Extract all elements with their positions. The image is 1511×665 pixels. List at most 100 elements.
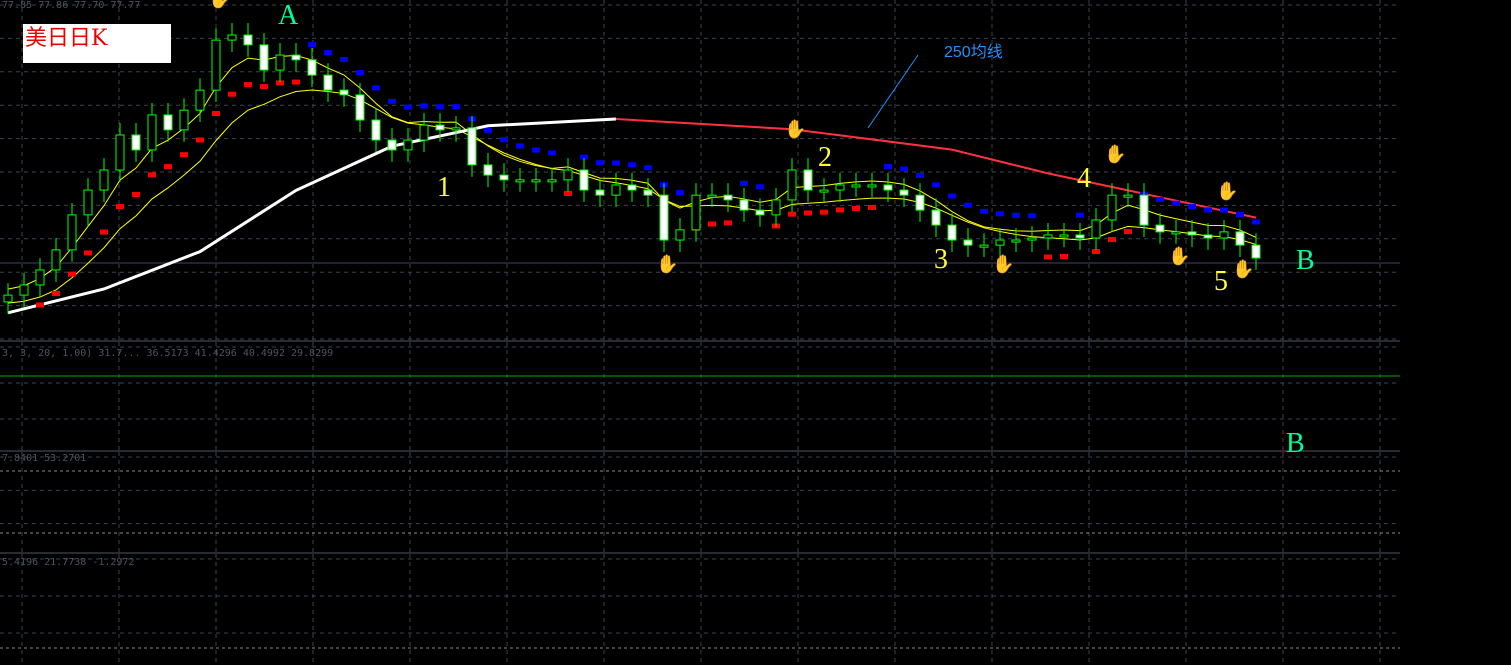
trend-stop-marker — [548, 150, 556, 156]
trend-stop-marker — [724, 220, 732, 226]
trend-stop-marker — [164, 164, 172, 170]
candle-body — [1059, 234, 1069, 238]
trend-stop-marker — [804, 210, 812, 216]
trend-stop-marker — [228, 91, 236, 97]
trend-stop-marker — [740, 180, 748, 186]
label-B-main: B — [1296, 245, 1315, 276]
candle-body — [899, 189, 909, 196]
trend-stop-marker — [484, 127, 492, 133]
trend-stop-marker — [532, 147, 540, 153]
candle-body — [179, 109, 189, 131]
candle-body — [531, 179, 541, 183]
label-5: 5 — [1214, 266, 1228, 297]
label-3: 3 — [934, 244, 948, 275]
hand-top-icon: ✋ — [1216, 180, 1238, 201]
candle-body — [675, 229, 685, 241]
candle-body — [515, 179, 525, 183]
candle-body — [563, 169, 573, 181]
hand-bottom-icon: ✋ — [992, 253, 1014, 274]
label-1: 1 — [437, 172, 451, 203]
trend-stop-marker — [516, 143, 524, 149]
candle-body — [275, 54, 285, 71]
hand-top-icon: ✋ — [784, 118, 806, 139]
trend-stop-marker — [372, 85, 380, 91]
candle-body — [595, 189, 605, 196]
hand-bottom-icon: ✋ — [1232, 258, 1254, 279]
candle-body — [1219, 231, 1229, 239]
trend-stop-marker — [836, 207, 844, 213]
trend-stop-marker — [324, 50, 332, 56]
candle-body — [499, 174, 509, 181]
candle-body — [307, 59, 317, 76]
trend-stop-marker — [676, 190, 684, 196]
ohlc-header: 77.85 77.86 77.70 77.77 — [2, 0, 141, 11]
candle-body — [323, 74, 333, 91]
trend-stop-marker — [1252, 219, 1260, 225]
trend-stop-marker — [212, 111, 220, 117]
candle-body — [995, 239, 1005, 246]
trend-stop-marker — [964, 202, 972, 208]
candle-body — [659, 194, 669, 241]
candle-body — [19, 284, 29, 296]
trend-stop-marker — [84, 250, 92, 256]
candle-body — [1171, 231, 1181, 235]
candle-body — [547, 179, 557, 183]
candle-body — [803, 169, 813, 191]
trend-stop-marker — [452, 104, 460, 110]
candle-body — [211, 39, 221, 91]
candle-body — [339, 89, 349, 96]
trend-stop-marker — [404, 104, 412, 110]
candle-body — [691, 194, 701, 231]
trend-stop-marker — [996, 211, 1004, 217]
trend-stop-marker — [644, 165, 652, 171]
candle-body — [291, 54, 301, 61]
candle-body — [483, 164, 493, 176]
candle-body — [355, 94, 365, 121]
trend-stop-marker — [148, 172, 156, 178]
trend-stop-marker — [388, 98, 396, 104]
candle-body — [867, 184, 877, 188]
candle-body — [403, 139, 413, 151]
candle-body — [467, 127, 477, 166]
candle-body — [931, 209, 941, 226]
candle-body — [1107, 194, 1117, 221]
candle-body — [707, 194, 717, 198]
candle-body — [227, 34, 237, 41]
trend-stop-marker — [260, 84, 268, 90]
candle-body — [755, 209, 765, 216]
trend-stop-marker — [756, 184, 764, 190]
ma250-line-rising — [7, 117, 617, 315]
candle-body — [243, 34, 253, 46]
trend-stop-marker — [1156, 197, 1164, 203]
trend-stop-marker — [436, 104, 444, 110]
trend-stop-marker — [612, 160, 620, 166]
trend-stop-marker — [36, 302, 44, 308]
candle-body — [195, 89, 205, 111]
candle-body — [611, 184, 621, 196]
candle-body — [723, 194, 733, 201]
trend-stop-marker — [708, 221, 716, 227]
candle-body — [163, 114, 173, 131]
candle-body — [1203, 234, 1213, 239]
trend-stop-marker — [1044, 254, 1052, 260]
osc-header: 5.4196 21.7738 -1.2972 — [2, 557, 135, 568]
candle-body — [3, 294, 13, 303]
trend-stop-marker — [820, 209, 828, 215]
trend-stop-marker — [932, 182, 940, 188]
trend-stop-marker — [196, 137, 204, 143]
label-A: A — [278, 0, 299, 31]
candle-body — [787, 169, 797, 201]
trend-stop-marker — [100, 229, 108, 235]
candle-body — [963, 239, 973, 246]
candle-body — [915, 194, 925, 211]
hand-bottom-icon: ✋ — [656, 253, 678, 274]
trend-stop-marker — [1108, 237, 1116, 243]
candle-body — [1091, 219, 1101, 239]
trend-stop-marker — [180, 152, 188, 158]
candle-body — [1075, 234, 1085, 239]
trend-stop-marker — [884, 163, 892, 169]
candle-body — [1187, 231, 1197, 236]
candle-body — [1011, 239, 1021, 243]
candle-body — [643, 189, 653, 196]
candle-body — [883, 184, 893, 191]
